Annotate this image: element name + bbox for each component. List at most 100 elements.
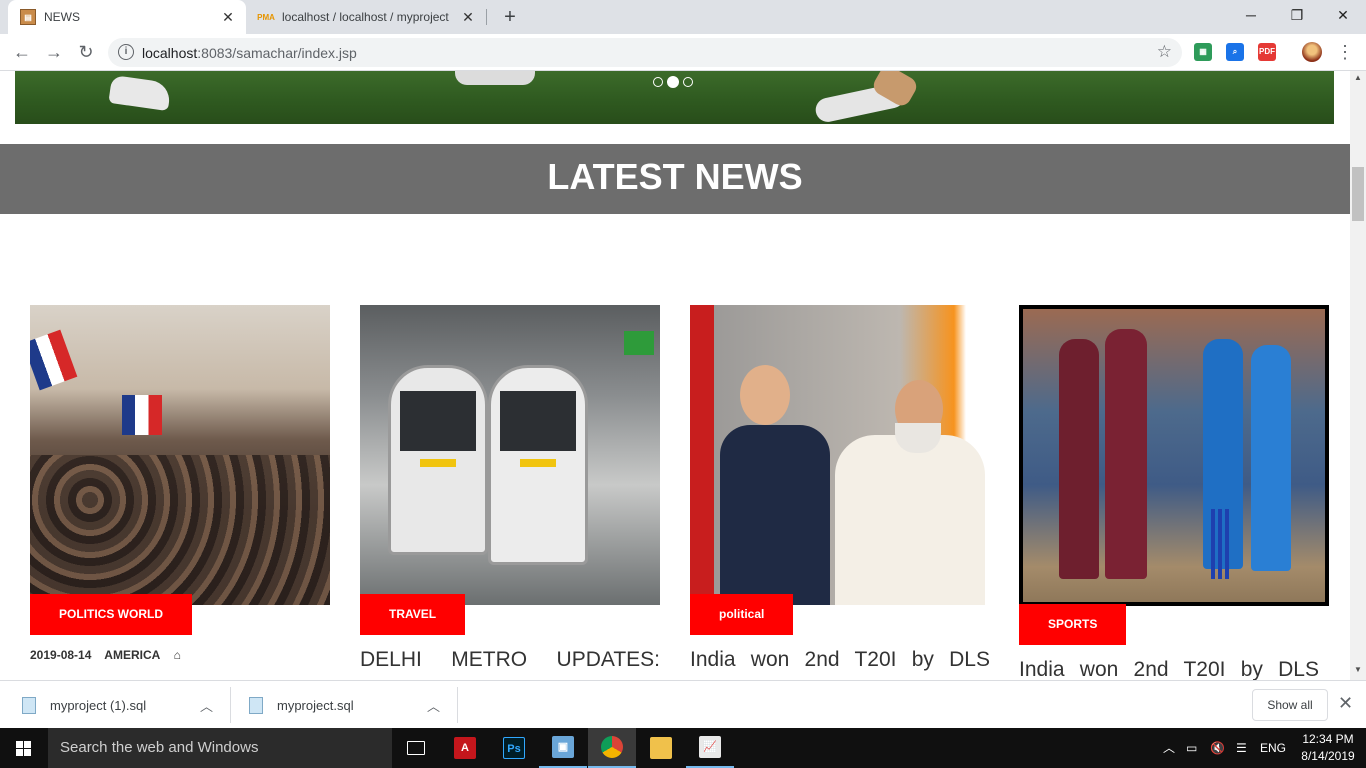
article-headline[interactable]: DELHI METRO UPDATES: TIMINGS AND STATION… bbox=[360, 644, 660, 680]
phpmyadmin-favicon-icon: PMA bbox=[257, 12, 275, 22]
tray-chevron-up-icon[interactable]: ︿ bbox=[1163, 728, 1175, 768]
tab-title: localhost / localhost / myproject bbox=[282, 10, 449, 24]
photoshop-taskbar-app[interactable]: Ps bbox=[490, 728, 538, 768]
forward-arrow-icon[interactable]: → bbox=[42, 40, 66, 64]
carousel-dot-2[interactable] bbox=[667, 76, 679, 88]
downloads-bar: myproject (1).sql ︿ myproject.sql ︿ Show… bbox=[0, 680, 1366, 728]
article-date: 2019-08-14 bbox=[30, 648, 92, 662]
virtualbox-cube-icon: ▣ bbox=[552, 736, 574, 758]
volume-muted-icon[interactable]: 🔇 bbox=[1210, 728, 1225, 768]
leaders-handshake-image[interactable] bbox=[690, 305, 990, 605]
start-button[interactable] bbox=[0, 728, 48, 768]
news-card[interactable]: SPORTS India won 2nd T20I by DLS bbox=[1019, 305, 1329, 680]
chrome-taskbar-app[interactable] bbox=[588, 728, 636, 768]
carousel-dot-3[interactable] bbox=[683, 77, 693, 87]
clock-date: 8/14/2019 bbox=[1301, 749, 1355, 763]
article-headline[interactable]: India won 2nd T20I by DLS bbox=[1019, 654, 1319, 680]
carousel-indicators bbox=[653, 76, 693, 88]
task-view-button[interactable] bbox=[392, 728, 440, 768]
newspaper-favicon-icon: ▤ bbox=[20, 9, 36, 25]
download-item[interactable]: myproject (1).sql ︿ bbox=[22, 681, 222, 729]
category-badge[interactable]: TRAVEL bbox=[360, 594, 466, 635]
latest-news-heading: LATEST NEWS bbox=[0, 144, 1350, 214]
close-downloads-icon[interactable]: ✕ bbox=[1338, 693, 1353, 714]
delhi-metro-trains-image[interactable] bbox=[360, 305, 660, 605]
sql-file-icon bbox=[249, 696, 263, 714]
football-boot-image bbox=[108, 74, 172, 112]
page-scrollbar[interactable]: ▲ ▼ bbox=[1350, 71, 1366, 680]
category-badge[interactable]: POLITICS WORLD bbox=[30, 594, 192, 635]
search-extension-icon[interactable]: ⌕ bbox=[1226, 43, 1244, 61]
scroll-down-arrow-icon[interactable]: ▼ bbox=[1354, 665, 1362, 674]
acrobat-icon: A bbox=[454, 737, 476, 759]
browser-menu-icon[interactable]: ⋮ bbox=[1336, 40, 1354, 64]
article-headline[interactable]: India won 2nd T20I by DLS method to take… bbox=[690, 644, 990, 680]
windows-logo-icon bbox=[16, 741, 32, 756]
category-badge[interactable]: SPORTS bbox=[1019, 604, 1127, 645]
minimize-button[interactable]: ─ bbox=[1228, 0, 1274, 30]
chevron-up-icon[interactable]: ︿ bbox=[427, 696, 440, 715]
address-bar[interactable]: i localhost:8083/samachar/index.jsp ☆ bbox=[108, 38, 1182, 67]
article-region[interactable]: AMERICA bbox=[104, 648, 160, 662]
file-explorer-taskbar-app[interactable] bbox=[637, 728, 685, 768]
url-text: localhost:8083/samachar/index.jsp bbox=[142, 45, 357, 61]
acrobat-taskbar-app[interactable]: A bbox=[441, 728, 489, 768]
scroll-up-arrow-icon[interactable]: ▲ bbox=[1354, 73, 1362, 82]
action-center-icon[interactable]: ☰ bbox=[1236, 728, 1247, 768]
home-icon[interactable]: ⌂ bbox=[174, 648, 181, 662]
news-card[interactable]: TRAVEL DELHI METRO UPDATES: TIMINGS AND … bbox=[360, 305, 670, 671]
reload-icon[interactable]: ↻ bbox=[74, 40, 98, 64]
browser-toolbar: ← → ↻ i localhost:8083/samachar/index.js… bbox=[0, 34, 1366, 71]
url-host: localhost bbox=[142, 45, 198, 61]
download-filename: myproject.sql bbox=[277, 697, 354, 713]
download-filename: myproject (1).sql bbox=[50, 697, 147, 713]
article-meta: 2019-08-14 AMERICA ⌂ bbox=[30, 648, 191, 662]
download-separator bbox=[230, 687, 231, 723]
pdf-extension-icon[interactable]: PDF bbox=[1258, 43, 1276, 61]
close-tab-icon[interactable]: ✕ bbox=[218, 9, 238, 26]
close-tab-icon[interactable]: ✕ bbox=[458, 9, 478, 26]
hero-carousel bbox=[15, 71, 1334, 124]
close-window-button[interactable]: ✕ bbox=[1320, 0, 1366, 30]
chrome-icon bbox=[601, 736, 623, 758]
task-view-icon bbox=[407, 741, 425, 755]
task-manager-taskbar-app[interactable]: 📈 bbox=[686, 728, 734, 768]
bookmark-star-icon[interactable]: ☆ bbox=[1157, 42, 1172, 62]
virtualbox-taskbar-app[interactable]: ▣ bbox=[539, 728, 587, 768]
task-manager-icon: 📈 bbox=[699, 736, 721, 758]
folder-icon bbox=[650, 737, 672, 759]
windows-taskbar: Search the web and Windows A Ps ▣ 📈 ︿ ▭ … bbox=[0, 728, 1366, 768]
browser-tab-bar: ▤ NEWS ✕ PMA localhost / localhost / myp… bbox=[0, 0, 1366, 34]
maximize-button[interactable]: ❐ bbox=[1274, 0, 1320, 30]
sql-file-icon bbox=[22, 696, 36, 714]
download-item[interactable]: myproject.sql ︿ bbox=[249, 681, 449, 729]
battery-icon[interactable]: ▭ bbox=[1186, 728, 1197, 768]
site-info-icon[interactable]: i bbox=[118, 44, 134, 60]
news-card[interactable]: political India won 2nd T20I by DLS meth… bbox=[690, 305, 1000, 671]
sheets-extension-icon[interactable]: ▦ bbox=[1194, 43, 1212, 61]
clock-time: 12:34 PM bbox=[1302, 732, 1354, 746]
taskbar-clock[interactable]: 12:34 PM 8/14/2019 bbox=[1296, 731, 1360, 765]
tab-separator bbox=[486, 9, 487, 25]
tab-title: NEWS bbox=[44, 10, 80, 24]
profile-avatar[interactable] bbox=[1302, 42, 1322, 62]
back-arrow-icon[interactable]: ← bbox=[10, 40, 34, 64]
tab-news[interactable]: ▤ NEWS ✕ bbox=[8, 0, 246, 34]
chevron-up-icon[interactable]: ︿ bbox=[200, 696, 213, 715]
page-viewport: LATEST NEWS POLITICS WORLD 2019-08-14 AM… bbox=[0, 71, 1350, 680]
cricket-players-image[interactable] bbox=[1019, 305, 1329, 606]
football-boot-image bbox=[455, 71, 535, 85]
tab-phpmyadmin[interactable]: PMA localhost / localhost / myproject ✕ bbox=[248, 0, 486, 34]
show-all-downloads-button[interactable]: Show all bbox=[1252, 689, 1328, 721]
crowd-with-french-flags-image[interactable] bbox=[30, 305, 330, 605]
new-tab-button[interactable]: + bbox=[498, 5, 522, 29]
scrollbar-thumb[interactable] bbox=[1352, 167, 1364, 221]
url-rest: :8083/samachar/index.jsp bbox=[197, 45, 357, 61]
carousel-dot-1[interactable] bbox=[653, 77, 663, 87]
taskbar-search-input[interactable]: Search the web and Windows bbox=[48, 728, 392, 768]
input-language[interactable]: ENG bbox=[1260, 728, 1286, 768]
photoshop-icon: Ps bbox=[503, 737, 525, 759]
category-badge[interactable]: political bbox=[690, 594, 794, 635]
download-separator bbox=[457, 687, 458, 723]
news-card[interactable]: POLITICS WORLD 2019-08-14 AMERICA ⌂ bbox=[30, 305, 340, 662]
